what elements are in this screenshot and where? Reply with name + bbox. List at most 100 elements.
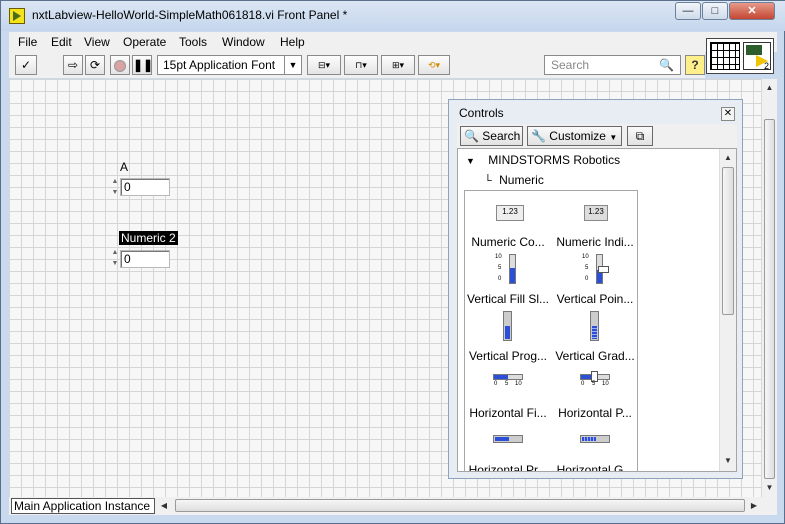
palette-item-horizontal-fill-slide[interactable]: 0 5 10 Horizontal Fi... — [465, 362, 551, 420]
scroll-down-arrow-icon[interactable]: ▼ — [720, 454, 736, 468]
reorder-button[interactable]: ⟲▾ — [418, 55, 450, 75]
increment-arrow-icon[interactable]: ▲ — [110, 176, 120, 187]
palette-item-horizontal-progress-bar[interactable]: Horizontal Pr... — [465, 419, 551, 471]
align-objects-icon: ⊟▾ — [317, 60, 331, 70]
scale-tick-label: 5 — [585, 265, 589, 271]
palette-category: MINDSTORMS Robotics — [488, 153, 621, 167]
menu-tools[interactable]: Tools — [179, 35, 207, 49]
palette-item-label: Numeric Co... — [471, 235, 545, 249]
palette-toolbar: 🔍 Search 🔧 Customize ▼ ⧉ — [457, 124, 737, 148]
palette-item-grid: 1.23 Numeric Co... 1.23 Numeric Indi... … — [464, 190, 638, 471]
window-restore-icon: ⧉ — [635, 129, 645, 143]
palette-item-numeric-indicator[interactable]: 1.23 Numeric Indi... — [552, 191, 638, 249]
application-instance-label[interactable]: Main Application Instance — [11, 498, 155, 514]
menu-help[interactable]: Help — [280, 35, 305, 49]
distribute-objects-button[interactable]: ⊓▾ — [344, 55, 378, 75]
palette-item-label: Vertical Prog... — [468, 349, 548, 363]
horizontal-graduated-bar-icon — [580, 435, 610, 443]
resize-objects-button[interactable]: ⊞▾ — [381, 55, 415, 75]
control-a-input[interactable]: 0 — [120, 178, 170, 196]
palette-subcategory: Numeric — [499, 173, 544, 187]
numeric-indicator-icon: 1.23 — [584, 205, 608, 221]
palette-item-label: Vertical Poin... — [556, 292, 634, 306]
palette-scroll-thumb[interactable] — [722, 167, 734, 315]
search-input[interactable]: Search 🔍 — [544, 55, 681, 75]
search-icon[interactable]: 🔍 — [659, 56, 674, 74]
palette-item-label: Horizontal Fi... — [469, 406, 547, 420]
connector-grid-icon — [710, 42, 740, 70]
horizontal-scroll-thumb[interactable] — [175, 499, 745, 512]
vertical-scroll-thumb[interactable] — [764, 119, 775, 479]
context-help-button[interactable]: ? — [685, 55, 705, 75]
control-numeric2-input[interactable]: 0 — [120, 250, 170, 268]
menu-file[interactable]: File — [18, 35, 37, 49]
vertical-pointer-slide-icon: 10 5 0 — [582, 254, 612, 284]
scroll-up-arrow-icon[interactable]: ▲ — [762, 81, 777, 95]
vertical-scrollbar[interactable]: ▲ ▼ — [761, 79, 777, 497]
close-button[interactable]: ✕ — [729, 2, 775, 20]
connector-pane[interactable]: 2 — [706, 38, 774, 74]
palette-item-horizontal-pointer-slide[interactable]: 0 5 10 Horizontal P... — [552, 362, 638, 420]
increment-arrow-icon[interactable]: ▲ — [110, 247, 120, 258]
minimize-button[interactable]: — — [675, 2, 701, 20]
scale-tick-label: 5 — [498, 265, 502, 271]
expand-triangle-icon[interactable]: ▼ — [466, 156, 475, 166]
menu-operate[interactable]: Operate — [123, 35, 166, 49]
control-a-increment-decrement[interactable]: ▲ ▼ — [110, 176, 120, 198]
scale-tick-label: 10 — [515, 381, 522, 387]
scroll-down-arrow-icon[interactable]: ▼ — [762, 481, 777, 495]
abort-button[interactable] — [110, 55, 130, 75]
distribute-objects-icon: ⊓▾ — [355, 60, 367, 70]
control-numeric2-increment-decrement[interactable]: ▲ ▼ — [110, 247, 120, 269]
palette-item-label: Numeric Indi... — [556, 235, 634, 249]
run-arrow-icon: ⇨ — [67, 58, 79, 72]
decrement-arrow-icon[interactable]: ▼ — [110, 258, 120, 269]
palette-category-row[interactable]: ▼ MINDSTORMS Robotics — [466, 153, 620, 167]
decrement-arrow-icon[interactable]: ▼ — [110, 187, 120, 198]
vertical-fill-slide-icon: 10 5 0 — [495, 254, 525, 284]
resize-objects-icon: ⊞▾ — [391, 60, 405, 70]
run-continuously-icon: ⟳ — [89, 58, 101, 72]
menu-bar: File Edit View Operate Tools Window Help — [9, 32, 777, 52]
scroll-up-arrow-icon[interactable]: ▲ — [720, 151, 736, 165]
wrench-icon: 🔧 — [531, 129, 546, 143]
menu-view[interactable]: View — [84, 35, 110, 49]
palette-item-vertical-graduated-bar[interactable]: Vertical Grad... — [552, 305, 638, 363]
operate-mode-button[interactable]: ✓ — [15, 55, 37, 75]
scroll-left-arrow-icon[interactable]: ◀ — [157, 499, 171, 513]
scale-tick-label: 10 — [495, 254, 502, 260]
run-continuously-button[interactable]: ⟳ — [85, 55, 105, 75]
palette-scrollbar[interactable]: ▲ ▼ — [719, 149, 736, 471]
scroll-right-arrow-icon[interactable]: ▶ — [747, 499, 761, 513]
palette-item-vertical-pointer-slide[interactable]: 10 5 0 Vertical Poin... — [552, 248, 638, 306]
palette-customize-button[interactable]: 🔧 Customize ▼ — [527, 126, 622, 146]
run-button[interactable]: ⇨ — [63, 55, 83, 75]
horizontal-progress-bar-icon — [493, 435, 523, 443]
align-objects-button[interactable]: ⊟▾ — [307, 55, 341, 75]
font-select[interactable]: 15pt Application Font ▼ — [157, 55, 302, 75]
numeric-control-icon: 1.23 — [496, 205, 524, 221]
maximize-button[interactable]: □ — [702, 2, 728, 20]
controls-palette[interactable]: Controls ✕ 🔍 Search 🔧 Customize ▼ ⧉ ▼ MI… — [448, 99, 743, 479]
scale-tick-label: 5 — [592, 381, 596, 387]
palette-item-vertical-progress-bar[interactable]: Vertical Prog... — [465, 305, 551, 363]
control-a-label[interactable]: A — [120, 160, 128, 174]
palette-close-button[interactable]: ✕ — [721, 107, 735, 121]
palette-item-numeric-control[interactable]: 1.23 Numeric Co... — [465, 191, 551, 249]
menu-edit[interactable]: Edit — [51, 35, 72, 49]
control-numeric2-label[interactable]: Numeric 2 — [119, 231, 178, 245]
vertical-progress-bar-icon — [503, 311, 512, 341]
window-title: nxtLabview-HelloWorld-SimpleMath061818.v… — [32, 8, 348, 22]
pause-button[interactable]: ❚❚ — [132, 55, 153, 75]
palette-search-button[interactable]: 🔍 Search — [460, 126, 523, 146]
palette-pin-button[interactable]: ⧉ — [627, 126, 653, 146]
scale-tick-label: 0 — [585, 276, 589, 282]
palette-item-vertical-fill-slide[interactable]: 10 5 0 Vertical Fill Sl... — [465, 248, 551, 306]
vi-icon: 2 — [743, 42, 771, 71]
search-placeholder: Search — [551, 58, 590, 72]
palette-subcategory-row[interactable]: └ Numeric — [484, 173, 544, 187]
palette-item-horizontal-graduated-bar[interactable]: Horizontal G... — [552, 419, 638, 471]
labview-vi-icon — [9, 8, 25, 24]
title-bar[interactable]: nxtLabview-HelloWorld-SimpleMath061818.v… — [1, 1, 785, 31]
menu-window[interactable]: Window — [222, 35, 265, 49]
